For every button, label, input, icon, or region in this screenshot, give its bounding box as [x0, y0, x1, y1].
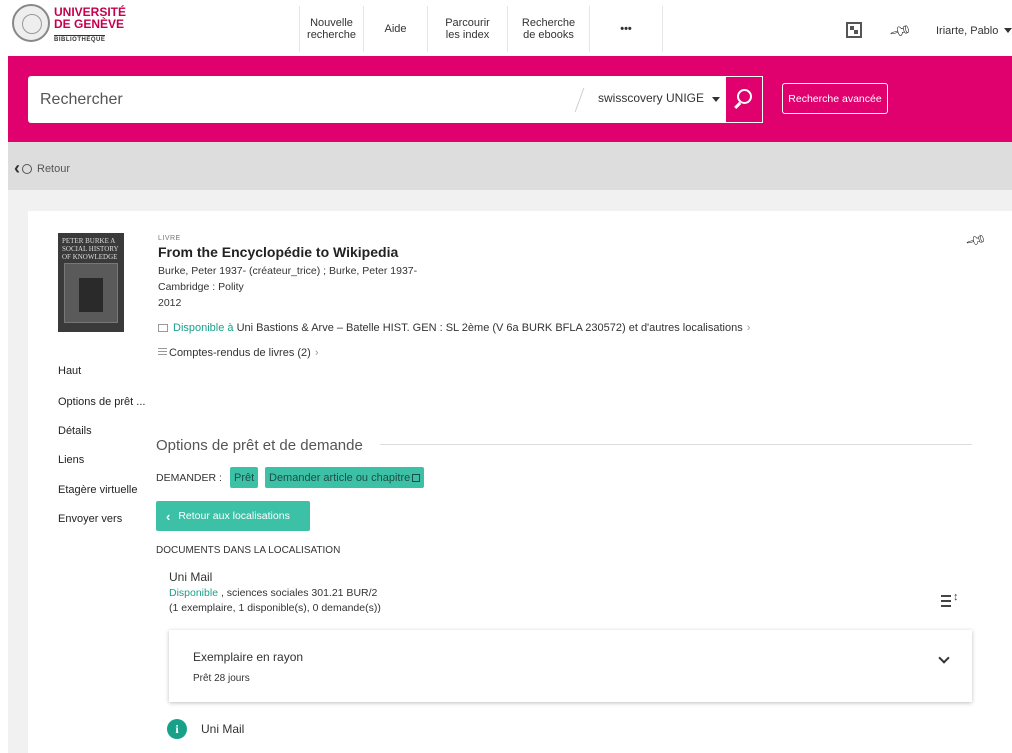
advanced-search-button[interactable]: Recherche avancée [782, 83, 888, 114]
sidenav-item-send-to[interactable]: Envoyer vers [58, 513, 122, 525]
info-location-label: Uni Mail [201, 722, 245, 736]
external-link-icon [412, 473, 421, 482]
logo-line2: DE GENÈVE [54, 17, 125, 31]
article-request-button[interactable]: Demander article ou chapitre [265, 467, 425, 488]
chevron-down-icon[interactable] [712, 97, 720, 102]
search-scope-select[interactable]: swisscovery UNIGE [598, 91, 704, 105]
nav-ebook-search[interactable]: Recherche de ebooks [507, 6, 589, 52]
loan-request-button[interactable]: Prêt [230, 467, 259, 488]
sort-filter-icon[interactable]: ↕ [941, 591, 959, 608]
nav-label: les index [445, 29, 490, 41]
chevron-left-icon: ‹ [166, 508, 171, 524]
search-icon-handle [734, 101, 741, 109]
search-bar-area: swisscovery UNIGE Recherche avancée [8, 56, 1012, 142]
location-counts: (1 exemplaire, 1 disponible(s), 0 demand… [169, 602, 381, 614]
availability-line[interactable]: Disponible à Uni Bastions & Arve – Batel… [158, 322, 750, 334]
location-name: Uni Mail [169, 570, 213, 584]
more-icon: ••• [620, 23, 632, 35]
scope-divider [574, 88, 585, 112]
location-status: Disponible [169, 587, 219, 599]
pin-icon[interactable]: 📌︎ [888, 18, 913, 43]
nav-label: Recherche [521, 17, 576, 29]
nav-browse-index[interactable]: Parcourir les index [427, 6, 507, 52]
section-divider [380, 444, 972, 445]
search-icon [22, 163, 32, 174]
book-reviews-link[interactable]: Comptes-rendus de livres (2) › [158, 347, 319, 359]
location-availability: Disponible , sciences sociales 301.21 BU… [169, 587, 377, 599]
record-publisher: Cambridge : Polity [158, 281, 244, 293]
sidenav-item-details[interactable]: Détails [58, 425, 92, 437]
university-logo[interactable]: UNIVERSITÉ DE GENÈVE BIBLIOTHÈQUE [12, 4, 132, 46]
nav-help[interactable]: Aide [363, 6, 427, 52]
nav-label: Nouvelle [310, 17, 353, 29]
chevron-down-icon[interactable] [1004, 28, 1012, 33]
cover-artwork [64, 263, 118, 323]
item-title: Exemplaire en rayon [193, 650, 304, 664]
search-input[interactable] [38, 76, 568, 123]
chevron-down-icon[interactable] [938, 652, 950, 664]
sidenav-item-links[interactable]: Liens [58, 454, 84, 466]
availability-location: Uni Bastions & Arve – Batelle HIST. GEN … [233, 322, 743, 334]
availability-status: Disponible à [173, 322, 234, 334]
info-icon: i [167, 719, 187, 739]
loan-request-label: Prêt [234, 471, 255, 484]
sidenav-item-top[interactable]: Haut [58, 365, 81, 377]
qr-code-icon[interactable] [846, 22, 862, 38]
top-navigation-bar: UNIVERSITÉ DE GENÈVE BIBLIOTHÈQUE Nouvel… [0, 0, 1012, 56]
item-policy: Prêt 28 jours [193, 673, 250, 684]
back-label: Retour [37, 162, 71, 175]
book-cover-thumbnail[interactable]: PETER BURKE A SOCIAL HISTORY OF KNOWLEDG… [58, 233, 124, 332]
back-to-locations-button[interactable]: ‹ Retour aux localisations [156, 501, 310, 531]
sidenav-item-virtual-shelf[interactable]: Etagère virtuelle [58, 484, 138, 496]
logo-subtitle: BIBLIOTHÈQUE [54, 35, 106, 43]
search-button[interactable] [726, 76, 763, 123]
article-request-label: Demander article ou chapitre [269, 471, 411, 484]
location-callno: , sciences sociales 301.21 BUR/2 [218, 587, 378, 599]
nav-label: recherche [307, 29, 356, 41]
reviews-label: Comptes-rendus de livres (2) [169, 347, 311, 359]
documents-heading: DOCUMENTS DANS LA LOCALISATION [156, 545, 341, 556]
nav-new-search[interactable]: Nouvelle recherche [299, 6, 363, 52]
nav-label: Parcourir [445, 17, 490, 29]
back-to-locations-label: Retour aux localisations [178, 510, 290, 522]
nav-label: de ebooks [523, 29, 574, 41]
chevron-left-icon: ‹ [14, 158, 20, 178]
cover-text: PETER BURKE A SOCIAL HISTORY OF KNOWLEDG… [62, 237, 119, 261]
chevron-right-icon: › [746, 322, 751, 334]
nav-label: Aide [384, 23, 407, 35]
request-label: DEMANDER : [156, 472, 222, 484]
record-year: 2012 [158, 297, 182, 309]
chevron-right-icon: › [314, 347, 319, 359]
book-icon [158, 324, 168, 332]
item-card[interactable]: Exemplaire en rayon Prêt 28 jours [169, 630, 972, 702]
back-bar: ‹ Retour [8, 142, 1012, 190]
university-seal-icon [12, 4, 50, 42]
list-icon [158, 348, 167, 355]
record-creators: Burke, Peter 1937- (créateur_trice) ; Bu… [158, 265, 418, 277]
section-title: Options de prêt et de demande [156, 437, 363, 454]
logo-text: UNIVERSITÉ DE GENÈVE [54, 6, 126, 30]
user-menu[interactable]: Iriarte, Pablo [936, 25, 998, 37]
record-type: LIVRE [158, 235, 181, 242]
search-box: swisscovery UNIGE [28, 76, 726, 123]
back-button[interactable]: ‹ Retour [14, 158, 70, 179]
sidenav-item-loan-options[interactable]: Options de prêt ... [58, 396, 145, 408]
nav-more-button[interactable]: ••• [589, 6, 663, 52]
record-title[interactable]: From the Encyclopédie to Wikipedia [158, 244, 398, 260]
